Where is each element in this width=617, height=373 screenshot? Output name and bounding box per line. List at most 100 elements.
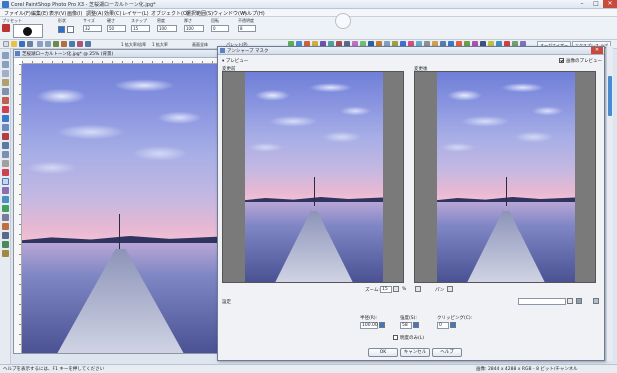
menu-adjust[interactable]: 調整(A) <box>86 10 103 17</box>
preset-dropdown[interactable] <box>518 298 566 305</box>
window-title: Corel PaintShop Photo Pro X3 - 芝桜湖ローカルトー… <box>11 2 156 8</box>
cancel-button[interactable]: キャンセル <box>400 348 430 357</box>
menu-image[interactable]: 画像(I) <box>67 10 82 17</box>
red-eye-tool-icon[interactable] <box>2 124 9 131</box>
thickness-spinner[interactable]: 100 <box>184 25 204 32</box>
crop-icon[interactable] <box>53 41 59 47</box>
undo-icon[interactable] <box>37 41 43 47</box>
clipping-spinner[interactable] <box>450 322 456 328</box>
color-icon[interactable] <box>77 41 83 47</box>
zoom-spin-button[interactable] <box>393 286 399 292</box>
move-tool-icon[interactable] <box>2 88 9 95</box>
size-spinner[interactable]: 32 <box>83 25 102 32</box>
dialog-close-button[interactable]: ✕ <box>591 47 603 54</box>
print-icon[interactable] <box>27 41 33 47</box>
preview-section-toggle[interactable]: ▾ プレビュー <box>222 58 248 64</box>
cloudy-sky <box>22 64 219 244</box>
flood-fill-tool-icon[interactable] <box>2 205 9 212</box>
luminance-checkbox[interactable] <box>393 335 398 340</box>
zoom-fit-label[interactable]: 1 拡大率 <box>152 42 168 48</box>
layers-icon[interactable] <box>85 41 91 47</box>
pan-button[interactable] <box>447 286 453 292</box>
show-preview-checkbox[interactable] <box>559 58 564 63</box>
zoom-value-field[interactable]: 15 <box>380 286 392 293</box>
save-preset-icon[interactable] <box>576 298 582 304</box>
radius-label: 半径(R): <box>360 316 378 321</box>
round-shape-button[interactable] <box>58 26 65 33</box>
menu-edit[interactable]: 編集(E) <box>31 10 48 17</box>
image-window-header: 芝桜湖ローカルトーン化.jpg* @ 25% (背景) <box>14 50 219 58</box>
open-folder-icon[interactable] <box>11 41 17 47</box>
clipping-label: クリッピング(C): <box>437 316 473 321</box>
status-help-text: ヘルプを表示するには、F1 キーを押してください <box>3 367 105 372</box>
zoom-label[interactable]: 1 拡大率/倍率 <box>121 42 146 48</box>
menu-effects[interactable]: 効果(C) <box>104 10 121 17</box>
close-button[interactable]: ✕ <box>603 0 617 8</box>
radius-spinner[interactable] <box>379 322 385 328</box>
before-preview-image[interactable] <box>245 72 383 282</box>
menu-layers[interactable]: レイヤー(L) <box>122 10 149 17</box>
menu-file[interactable]: ファイル(F) <box>4 10 31 17</box>
after-preview-image[interactable] <box>437 72 575 282</box>
reset-icon[interactable] <box>593 298 599 304</box>
ok-button[interactable]: OK <box>368 348 398 357</box>
minimize-button[interactable]: – <box>575 0 589 8</box>
app-icon <box>2 1 9 8</box>
makeover-tool-icon[interactable] <box>2 133 9 140</box>
paint-brush-tool-icon[interactable] <box>2 169 9 176</box>
pen-tool-icon[interactable] <box>2 250 9 257</box>
pan-tool-icon[interactable] <box>2 52 9 59</box>
enhance-icon[interactable] <box>69 41 75 47</box>
menu-selections[interactable]: 選択範囲(S) <box>186 10 213 17</box>
right-panel-scrollbar[interactable] <box>606 46 613 361</box>
menu-help[interactable]: ヘルプ(H) <box>242 10 265 17</box>
zoom-unit: % <box>402 287 407 292</box>
radius-field[interactable]: 100.00 <box>360 322 378 329</box>
selection-tool-icon[interactable] <box>2 97 9 104</box>
maximize-button[interactable]: □ <box>589 0 603 8</box>
redo-icon[interactable] <box>45 41 51 47</box>
strength-field[interactable]: 58 <box>400 322 412 329</box>
smudge-tool-icon[interactable] <box>2 187 9 194</box>
preset-dropdown-arrow[interactable] <box>567 298 573 304</box>
menu-objects[interactable]: オブジェクト(O) <box>151 10 189 17</box>
step-spinner[interactable]: 15 <box>131 25 150 32</box>
scratch-remover-tool-icon[interactable] <box>2 151 9 158</box>
image-window: 芝桜湖ローカルトーン化.jpg* @ 25% (背景) <box>13 49 220 354</box>
density-spinner[interactable]: 100 <box>157 25 177 32</box>
strength-spinner[interactable] <box>413 322 419 328</box>
image-doc-icon <box>15 51 20 56</box>
zoom-in-button[interactable] <box>415 286 421 292</box>
title-bar: Corel PaintShop Photo Pro X3 - 芝桜湖ローカルトー… <box>0 0 617 9</box>
help-button[interactable]: ヘルプ <box>432 348 462 357</box>
scrollbar-thumb[interactable] <box>608 76 612 116</box>
rotation-spinner[interactable]: 0 <box>211 25 229 32</box>
dropper-tool-icon[interactable] <box>2 106 9 113</box>
fit-window-label[interactable]: 画面全体 <box>192 42 208 48</box>
opacity-spinner[interactable]: 8 <box>238 25 256 32</box>
dodge-tool-icon[interactable] <box>2 178 9 185</box>
save-icon[interactable] <box>19 41 25 47</box>
object-remover-tool-icon[interactable] <box>2 160 9 167</box>
new-file-icon[interactable] <box>3 41 9 47</box>
step-label: ステップ <box>131 18 147 23</box>
hardness-spinner[interactable]: 50 <box>107 25 126 32</box>
text-tool-icon[interactable] <box>2 232 9 239</box>
clone-tool-icon[interactable] <box>2 142 9 149</box>
menu-view[interactable]: 表示(V) <box>49 10 66 17</box>
resize-icon[interactable] <box>61 41 67 47</box>
zoom-tool-icon[interactable] <box>2 61 9 68</box>
dialog-title: アンシャープ マスク <box>227 49 269 54</box>
square-shape-button[interactable] <box>67 26 74 33</box>
art-media-tool-icon[interactable] <box>2 223 9 230</box>
clipping-field[interactable]: 0 <box>437 322 449 329</box>
picture-tube-tool-icon[interactable] <box>2 214 9 221</box>
preset-picker[interactable] <box>13 24 43 38</box>
color-changer-tool-icon[interactable] <box>2 115 9 122</box>
shape-label: 形状 <box>58 18 66 23</box>
crop-tool-icon[interactable] <box>2 79 9 86</box>
shape-tool-icon[interactable] <box>2 241 9 248</box>
lake-pier-photo[interactable] <box>22 64 219 353</box>
deform-tool-icon[interactable] <box>2 70 9 77</box>
eraser-tool-icon[interactable] <box>2 196 9 203</box>
